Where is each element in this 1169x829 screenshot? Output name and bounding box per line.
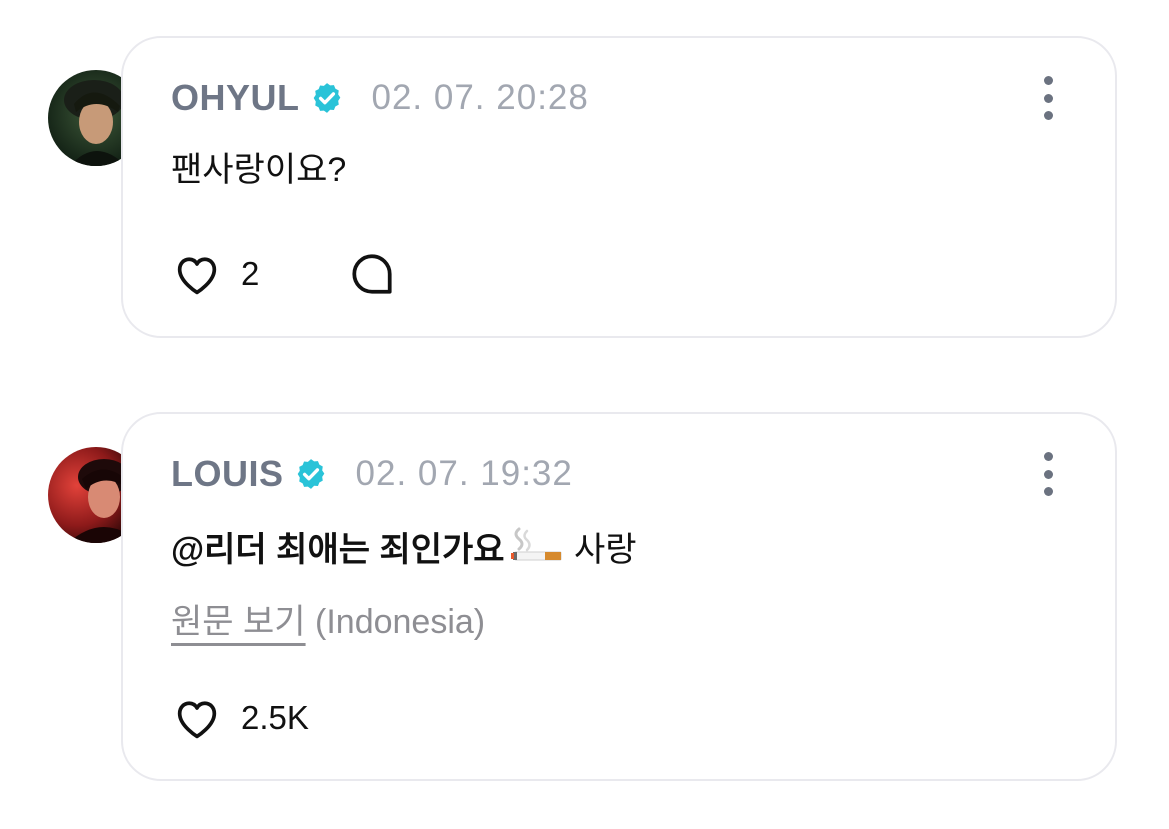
more-options-icon[interactable] bbox=[1033, 76, 1063, 120]
timestamp: 02. 07. 19:32 bbox=[355, 454, 573, 493]
like-count: 2.5K bbox=[241, 699, 309, 736]
comment-actions: 2.5K bbox=[171, 692, 309, 744]
verified-badge-icon bbox=[310, 81, 344, 115]
like-heart-icon[interactable] bbox=[171, 692, 223, 744]
reply-bubble-icon[interactable] bbox=[347, 249, 397, 299]
comment-text: 팬사랑이요? bbox=[171, 151, 347, 189]
like-heart-icon[interactable] bbox=[171, 248, 223, 300]
comment-meta: OHYUL 02. 07. 20:28 bbox=[171, 76, 589, 120]
author-name[interactable]: OHYUL bbox=[171, 77, 300, 119]
comment-text: @리더 최애는 죄인가요 사랑 bbox=[171, 522, 637, 571]
comment-actions: 2 bbox=[171, 248, 397, 300]
cigarette-icon bbox=[505, 525, 565, 565]
comment-text-tail: 사랑 bbox=[574, 531, 637, 569]
view-original-row: 원문 보기 (Indonesia) bbox=[171, 594, 485, 643]
comment-meta: LOUIS 02. 07. 19:32 bbox=[171, 452, 573, 496]
timestamp: 02. 07. 20:28 bbox=[371, 78, 589, 117]
original-language: (Indonesia) bbox=[315, 603, 486, 641]
author-name[interactable]: LOUIS bbox=[171, 453, 284, 495]
more-options-icon[interactable] bbox=[1033, 452, 1063, 496]
verified-badge-icon bbox=[294, 457, 328, 491]
mention-text: @리더 최애는 죄인가요 bbox=[171, 531, 505, 569]
comment-card: OHYUL 02. 07. 20:28 팬사랑이요? 2 bbox=[121, 36, 1117, 338]
comment-card: LOUIS 02. 07. 19:32 @리더 최애는 죄인가요 사랑 원문 보… bbox=[121, 412, 1117, 781]
like-count: 2 bbox=[241, 255, 260, 292]
view-original-link[interactable]: 원문 보기 bbox=[171, 603, 306, 641]
